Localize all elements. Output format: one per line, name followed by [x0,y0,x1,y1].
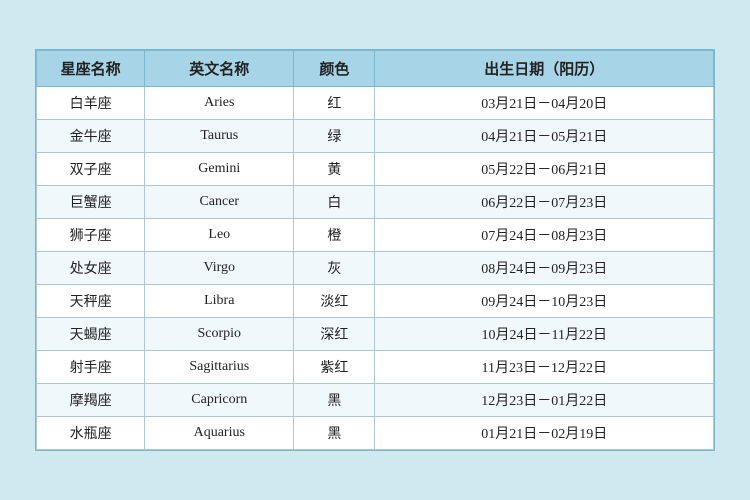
table-cell-7-2: 深红 [294,318,375,351]
table-cell-7-3: 10月24日－11月22日 [375,318,714,351]
table-cell-2-3: 05月22日－06月21日 [375,153,714,186]
table-cell-7-0: 天蝎座 [37,318,145,351]
table-cell-1-3: 04月21日－05月21日 [375,120,714,153]
zodiac-table: 星座名称 英文名称 颜色 出生日期（阳历） 白羊座Aries红03月21日－04… [36,50,714,450]
header-date: 出生日期（阳历） [375,51,714,87]
table-cell-4-0: 狮子座 [37,219,145,252]
table-row: 天秤座Libra淡红09月24日－10月23日 [37,285,714,318]
table-row: 双子座Gemini黄05月22日－06月21日 [37,153,714,186]
table-cell-1-1: Taurus [145,120,294,153]
table-cell-3-0: 巨蟹座 [37,186,145,219]
table-cell-9-2: 黑 [294,384,375,417]
table-cell-4-3: 07月24日－08月23日 [375,219,714,252]
header-chinese: 星座名称 [37,51,145,87]
table-body: 白羊座Aries红03月21日－04月20日金牛座Taurus绿04月21日－0… [37,87,714,450]
table-row: 狮子座Leo橙07月24日－08月23日 [37,219,714,252]
table-cell-10-2: 黑 [294,417,375,450]
table-cell-2-2: 黄 [294,153,375,186]
table-cell-9-1: Capricorn [145,384,294,417]
table-row: 白羊座Aries红03月21日－04月20日 [37,87,714,120]
table-cell-10-0: 水瓶座 [37,417,145,450]
table-cell-3-2: 白 [294,186,375,219]
table-row: 水瓶座Aquarius黑01月21日－02月19日 [37,417,714,450]
table-cell-5-3: 08月24日－09月23日 [375,252,714,285]
table-row: 金牛座Taurus绿04月21日－05月21日 [37,120,714,153]
table-cell-10-1: Aquarius [145,417,294,450]
zodiac-table-container: 星座名称 英文名称 颜色 出生日期（阳历） 白羊座Aries红03月21日－04… [35,49,715,451]
table-cell-6-3: 09月24日－10月23日 [375,285,714,318]
table-cell-10-3: 01月21日－02月19日 [375,417,714,450]
table-cell-4-1: Leo [145,219,294,252]
table-row: 处女座Virgo灰08月24日－09月23日 [37,252,714,285]
table-cell-2-0: 双子座 [37,153,145,186]
table-cell-0-1: Aries [145,87,294,120]
table-cell-5-1: Virgo [145,252,294,285]
table-cell-6-2: 淡红 [294,285,375,318]
table-header-row: 星座名称 英文名称 颜色 出生日期（阳历） [37,51,714,87]
table-cell-3-3: 06月22日－07月23日 [375,186,714,219]
table-cell-0-2: 红 [294,87,375,120]
table-cell-0-3: 03月21日－04月20日 [375,87,714,120]
table-cell-5-0: 处女座 [37,252,145,285]
table-row: 天蝎座Scorpio深红10月24日－11月22日 [37,318,714,351]
table-cell-5-2: 灰 [294,252,375,285]
table-cell-0-0: 白羊座 [37,87,145,120]
table-cell-4-2: 橙 [294,219,375,252]
header-english: 英文名称 [145,51,294,87]
table-cell-8-2: 紫红 [294,351,375,384]
table-cell-7-1: Scorpio [145,318,294,351]
table-row: 射手座Sagittarius紫红11月23日－12月22日 [37,351,714,384]
table-cell-8-0: 射手座 [37,351,145,384]
table-row: 巨蟹座Cancer白06月22日－07月23日 [37,186,714,219]
table-cell-9-3: 12月23日－01月22日 [375,384,714,417]
table-cell-2-1: Gemini [145,153,294,186]
header-color: 颜色 [294,51,375,87]
table-cell-8-3: 11月23日－12月22日 [375,351,714,384]
table-cell-1-0: 金牛座 [37,120,145,153]
table-cell-6-1: Libra [145,285,294,318]
table-cell-3-1: Cancer [145,186,294,219]
table-cell-8-1: Sagittarius [145,351,294,384]
table-row: 摩羯座Capricorn黑12月23日－01月22日 [37,384,714,417]
table-cell-9-0: 摩羯座 [37,384,145,417]
table-cell-1-2: 绿 [294,120,375,153]
table-cell-6-0: 天秤座 [37,285,145,318]
